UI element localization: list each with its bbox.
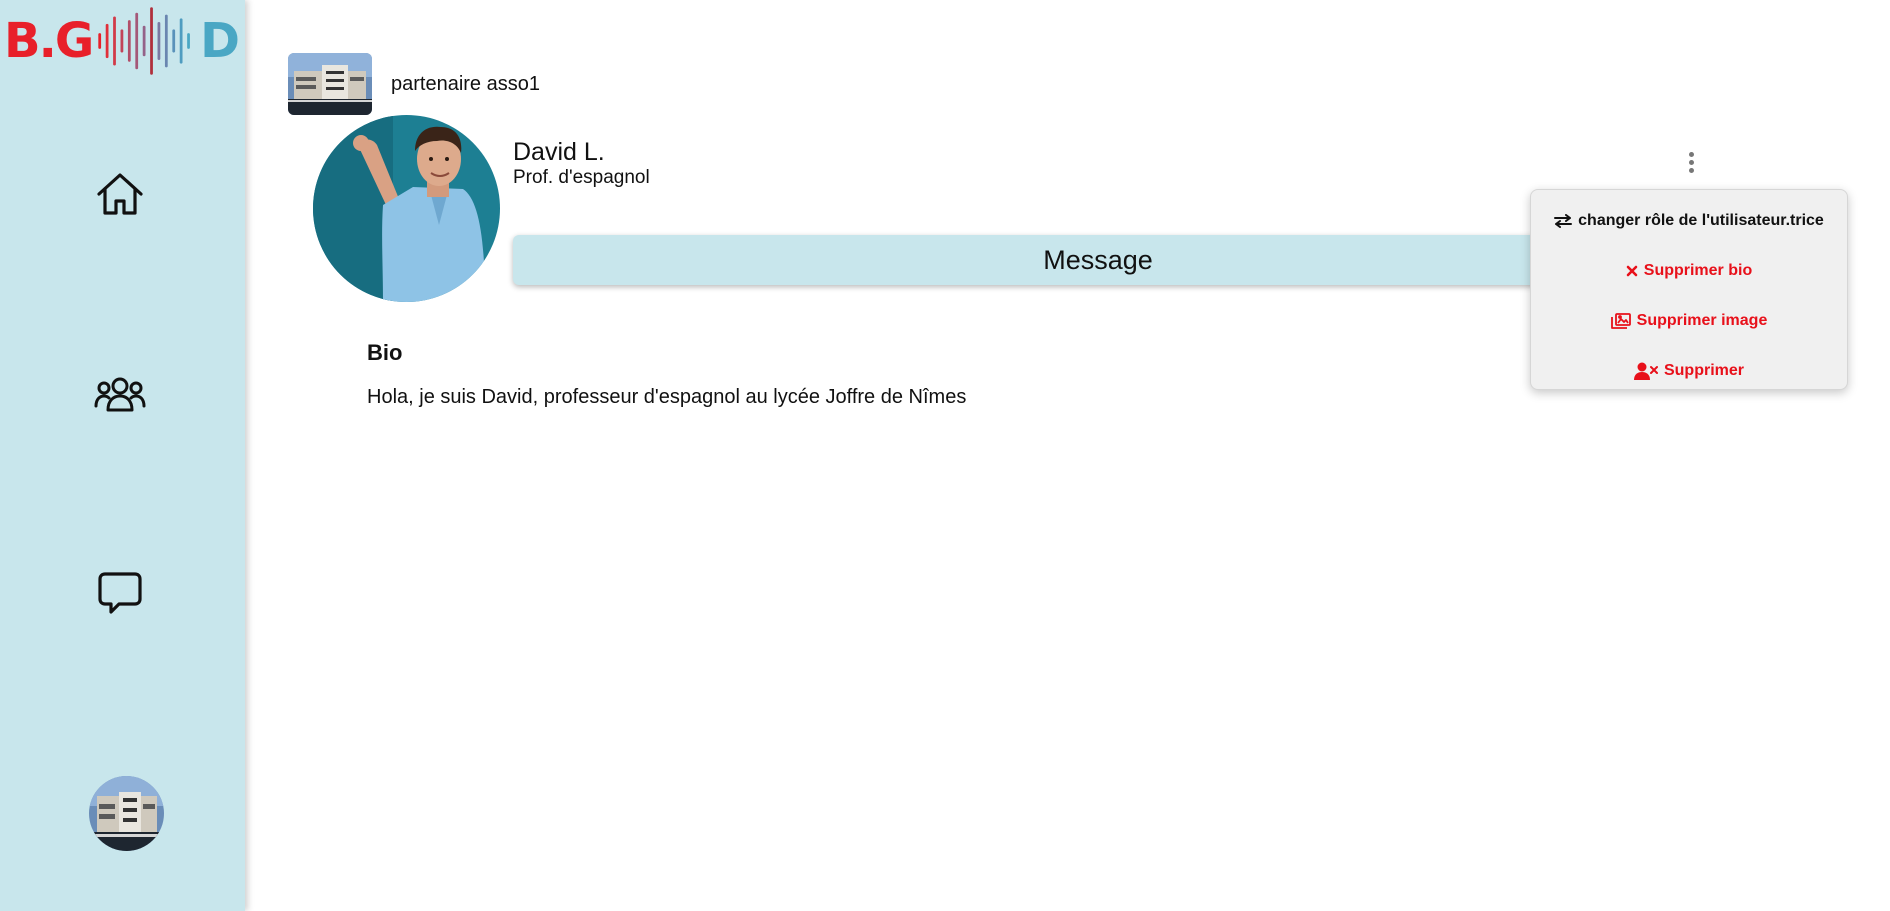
bio-text: Hola, je suis David, professeur d'espagn…: [367, 386, 967, 408]
kebab-dot: [1688, 159, 1694, 165]
bio-heading: Bio: [367, 340, 403, 365]
more-options-button[interactable]: [1678, 148, 1704, 176]
sound-wave-icon: [98, 7, 191, 75]
user-name: David L.: [513, 138, 605, 166]
home-icon: [97, 173, 143, 215]
options-menu: changer rôle de l'utilisateur.trice Supp…: [1530, 189, 1848, 390]
images-icon: [1610, 313, 1631, 329]
partner-name[interactable]: partenaire asso1: [391, 73, 540, 96]
kebab-dot: [1688, 151, 1694, 157]
menu-item-label: Supprimer: [1663, 362, 1744, 379]
users-icon: [94, 377, 146, 412]
logo-text-left: B.G: [4, 13, 94, 69]
user-role: Prof. d'espagnol: [513, 167, 650, 188]
menu-item-change-role[interactable]: changer rôle de l'utilisateur.trice: [1531, 196, 1847, 246]
app-logo[interactable]: B.G D: [4, 4, 240, 78]
nav-users[interactable]: [94, 368, 146, 420]
profile-photo: [313, 115, 500, 302]
logo-text-right: D: [200, 13, 240, 69]
building-photo: [89, 776, 164, 851]
menu-item-label: Supprimer image: [1636, 312, 1768, 329]
partner-thumbnail[interactable]: [288, 53, 372, 115]
menu-item-delete-bio[interactable]: Supprimer bio: [1531, 246, 1847, 296]
nav-home[interactable]: [94, 168, 146, 220]
menu-item-label: Supprimer bio: [1643, 262, 1753, 279]
swap-arrows-icon: [1554, 214, 1573, 228]
user-remove-icon: [1633, 362, 1658, 380]
sidebar-avatar[interactable]: [89, 776, 164, 851]
chat-bubble-icon: [98, 572, 142, 614]
menu-item-delete-user[interactable]: Supprimer: [1531, 346, 1847, 396]
message-button[interactable]: Message: [513, 235, 1683, 285]
partner-header: partenaire asso1: [288, 53, 540, 115]
menu-item-label: changer rôle de l'utilisateur.trice: [1578, 212, 1824, 229]
nav-messages[interactable]: [94, 567, 146, 619]
profile-avatar: [313, 115, 500, 302]
menu-item-delete-image[interactable]: Supprimer image: [1531, 296, 1847, 346]
kebab-dot: [1688, 167, 1694, 173]
building-photo: [288, 53, 372, 115]
x-icon: [1626, 265, 1638, 277]
sidebar: B.G D: [0, 0, 245, 911]
